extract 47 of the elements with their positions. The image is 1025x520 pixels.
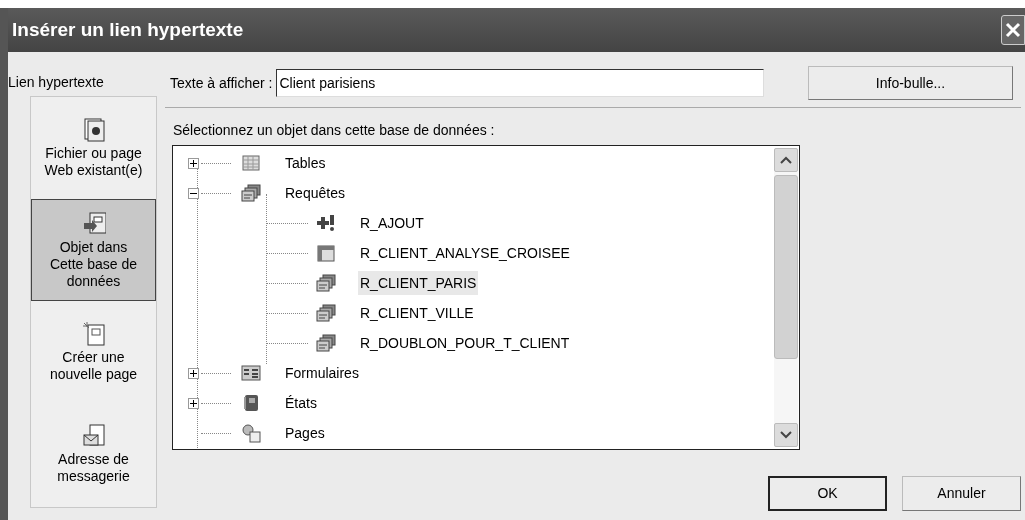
tree-item[interactable]: Tables [283, 151, 328, 175]
tree-item[interactable]: R_CLIENT_ANALYSE_CROISEE [358, 241, 572, 265]
stacked-windows-icon [316, 333, 336, 353]
tree-item[interactable]: Formulaires [283, 361, 361, 385]
cancel-button[interactable]: Annuler [902, 476, 1021, 511]
ok-button[interactable]: OK [768, 476, 887, 511]
envelope-page-icon [81, 423, 106, 449]
tree-item[interactable]: Pages [283, 421, 327, 445]
tree-item[interactable]: R_DOUBLON_POUR_T_CLIENT [358, 331, 572, 355]
sidebar-item[interactable]: Objet dans Cette base de données [31, 199, 156, 301]
tree-item[interactable]: R_CLIENT_VILLE [358, 301, 476, 325]
close-button[interactable] [1001, 15, 1025, 45]
tree-item[interactable]: R_CLIENT_PARIS [358, 271, 479, 295]
stacked-windows-icon [316, 273, 336, 293]
document-icon [81, 117, 106, 143]
document-icon [81, 210, 106, 237]
window-title: Insérer un lien hypertexte [12, 17, 244, 42]
scroll-thumb[interactable] [774, 175, 798, 359]
sidebar-item[interactable]: Adresse de messagerie [31, 403, 156, 505]
tree-item[interactable]: Requêtes [283, 181, 347, 205]
tooltip-button[interactable]: Info-bulle... [808, 66, 1013, 100]
tree-view[interactable]: Tables Requêtes R_AJOUT R_CLIENT_ANALYSE_CROISEE R_CLIENT_PARIS R_CLIENT_VILLE R_DOUBLON_POUR_T_CLIENT Formulaires États Pages [172, 145, 800, 450]
tree-label: Sélectionnez un objet dans cette base de données : [173, 121, 496, 140]
expand-icon[interactable] [188, 397, 199, 409]
plus-exclamation-icon [316, 213, 336, 233]
document-icon [81, 321, 106, 347]
stacked-windows-icon [241, 183, 261, 203]
scroll-up-button[interactable] [774, 148, 798, 172]
expand-icon[interactable] [188, 367, 199, 379]
table-icon [241, 153, 261, 173]
sidebar-title: Lien hypertexte [8, 73, 105, 92]
stacked-windows-icon [316, 303, 336, 323]
page-globe-icon [241, 423, 261, 443]
sidebar-item[interactable]: Créer une nouvelle page [31, 301, 156, 403]
close-icon [1004, 21, 1022, 39]
book-icon [241, 393, 261, 413]
tree-item[interactable]: R_AJOUT [358, 211, 426, 235]
scroll-down-button[interactable] [774, 423, 798, 447]
collapse-icon[interactable] [188, 187, 199, 199]
tree-item[interactable]: États [283, 391, 319, 415]
form-icon [241, 363, 261, 383]
field-label: Texte à afficher : [170, 73, 273, 93]
text-input-field[interactable]: Client parisiens [276, 69, 765, 97]
sidebar-item[interactable]: Fichier ou page Web existant(e) [31, 97, 156, 199]
expand-icon[interactable] [188, 157, 199, 169]
grid-icon [316, 243, 336, 263]
scrollbar[interactable] [774, 148, 798, 447]
